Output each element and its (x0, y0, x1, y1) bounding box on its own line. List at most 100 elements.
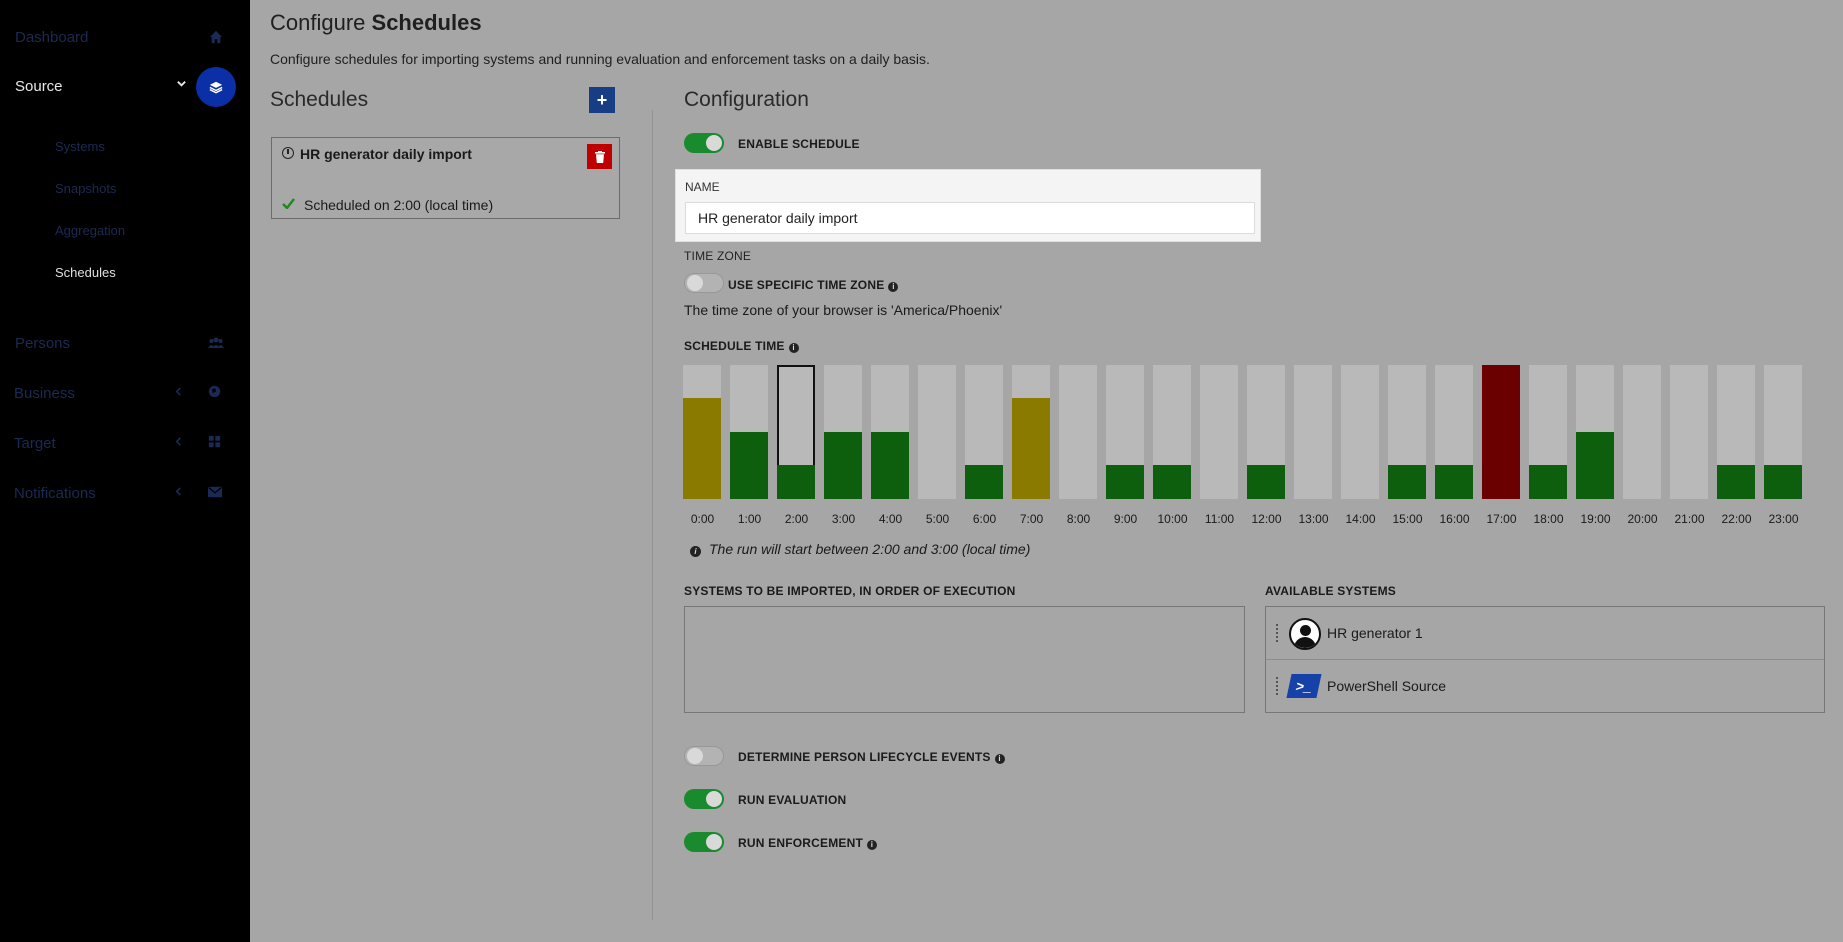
hour-tick-label: 11:00 (1204, 512, 1235, 526)
hour-bar-4:00[interactable] (871, 365, 909, 499)
available-system-item[interactable]: HR generator 1 (1266, 607, 1824, 660)
run-evaluation-toggle[interactable] (684, 789, 724, 809)
hour-tick-label: 12:00 (1251, 512, 1282, 526)
hour-bar-7:00[interactable] (1012, 365, 1050, 499)
hour-bar-15:00[interactable] (1388, 365, 1426, 499)
hour-tick-label: 16:00 (1439, 512, 1470, 526)
nav-target-label: Target (14, 434, 56, 452)
hour-tick-label: 21:00 (1674, 512, 1705, 526)
hour-bar-22:00[interactable] (1717, 365, 1755, 499)
schedule-time-text: SCHEDULE TIME (684, 339, 785, 353)
hour-tick-label: 0:00 (690, 512, 715, 526)
time-zone-label: TIME ZONE (684, 249, 752, 263)
lifecycle-events-toggle[interactable] (684, 746, 724, 766)
systems-to-import-list[interactable] (684, 606, 1245, 713)
hour-bar-fill (824, 432, 862, 499)
sidebar-item-schedules[interactable]: Schedules (55, 265, 116, 280)
hour-bar-19:00[interactable] (1576, 365, 1614, 499)
chevron-down-icon (176, 77, 187, 92)
hour-bar-20:00[interactable] (1623, 365, 1661, 499)
available-system-name: PowerShell Source (1327, 678, 1447, 694)
available-systems-label: AVAILABLE SYSTEMS (1265, 584, 1396, 598)
delete-schedule-button[interactable] (587, 144, 612, 169)
hour-bar-fill (1764, 465, 1802, 499)
hour-bar-8:00[interactable] (1059, 365, 1097, 499)
page-title-bold: Schedules (371, 10, 482, 35)
hour-bar-5:00[interactable] (918, 365, 956, 499)
nav-target[interactable]: Target (0, 423, 250, 463)
specific-time-zone-toggle[interactable] (684, 273, 724, 293)
hour-bar-3:00[interactable] (824, 365, 862, 499)
hour-bar-fill (871, 432, 909, 499)
nav-notifications[interactable]: Notifications (0, 473, 250, 513)
hour-bar-23:00[interactable] (1764, 365, 1802, 499)
nav-business[interactable]: Business (0, 373, 250, 413)
hour-tick-label: 3:00 (831, 512, 856, 526)
hour-bar-fill (965, 465, 1003, 499)
check-icon (282, 196, 295, 212)
run-enforcement-toggle[interactable] (684, 832, 724, 852)
add-schedule-button[interactable]: + (589, 87, 615, 113)
hour-tick-label: 9:00 (1113, 512, 1138, 526)
hour-bar-fill (1012, 398, 1050, 499)
chevron-left-icon (174, 385, 183, 400)
hour-bar-12:00[interactable] (1247, 365, 1285, 499)
nav-persons[interactable]: Persons (0, 323, 250, 363)
enable-schedule-label: ENABLE SCHEDULE (738, 137, 860, 151)
run-note-text: The run will start between 2:00 and 3:00… (709, 541, 1031, 557)
schedule-status: Scheduled on 2:00 (local time) (304, 197, 494, 213)
hour-bar-16:00[interactable] (1435, 365, 1473, 499)
drag-handle-icon[interactable] (1276, 624, 1279, 642)
nav-notifications-label: Notifications (14, 484, 96, 502)
hour-bar-1:00[interactable] (730, 365, 768, 499)
nav-dashboard[interactable]: Dashboard (0, 17, 250, 57)
grid-icon (208, 435, 221, 448)
hour-bar-6:00[interactable] (965, 365, 1003, 499)
schedule-name: HR generator daily import (300, 146, 472, 162)
home-icon (209, 30, 223, 44)
schedule-time-chart: 0:00 1:00 2:00 3:00 4:00 5:00 6:00 7:00 8:00 9:00… (683, 365, 1803, 530)
hour-bar-14:00[interactable] (1341, 365, 1379, 499)
sidebar-item-aggregation[interactable]: Aggregation (55, 223, 125, 238)
hour-tick-label: 10:00 (1157, 512, 1188, 526)
enable-schedule-toggle[interactable] (684, 133, 724, 153)
users-icon (208, 337, 224, 348)
hour-bar-fill (1153, 465, 1191, 499)
info-icon[interactable]: i (888, 282, 899, 292)
trash-icon (594, 150, 605, 163)
info-icon[interactable]: i (994, 754, 1005, 764)
hour-bar-0:00[interactable] (683, 365, 721, 499)
hour-tick-label: 15:00 (1392, 512, 1423, 526)
drag-handle-icon[interactable] (1276, 677, 1279, 695)
name-input[interactable] (685, 202, 1255, 234)
envelope-icon (208, 486, 222, 498)
source-layers-icon[interactable] (196, 67, 236, 107)
hour-bar-13:00[interactable] (1294, 365, 1332, 499)
nav-source-label: Source (15, 77, 63, 95)
hour-bar-18:00[interactable] (1529, 365, 1567, 499)
available-systems-list: HR generator 1 >_ PowerShell Source (1265, 606, 1825, 713)
page-title: Configure Schedules (270, 10, 482, 36)
hour-bar-9:00[interactable] (1106, 365, 1144, 499)
info-icon[interactable]: i (867, 840, 877, 850)
hour-tick-label: 6:00 (972, 512, 997, 526)
schedule-card[interactable]: HR generator daily import Scheduled on 2… (271, 137, 620, 219)
sidebar-item-snapshots[interactable]: Snapshots (55, 181, 116, 196)
hour-bar-fill (1388, 465, 1426, 499)
info-icon[interactable]: i (788, 343, 799, 353)
hour-bar-11:00[interactable] (1200, 365, 1238, 499)
hour-bar-fill (1529, 465, 1567, 499)
chevron-left-icon (174, 435, 183, 450)
chevron-left-icon (174, 485, 183, 500)
hour-tick-label: 4:00 (878, 512, 903, 526)
available-system-item[interactable]: >_ PowerShell Source (1266, 660, 1824, 713)
schedules-heading: Schedules (270, 88, 369, 111)
hour-bar-21:00[interactable] (1670, 365, 1708, 499)
hour-bar-17:00[interactable] (1482, 365, 1520, 499)
hour-bar-2:00[interactable] (777, 365, 815, 499)
main-content: Configure Schedules Configure schedules … (250, 0, 1843, 942)
hour-tick-label: 5:00 (925, 512, 950, 526)
hour-bar-10:00[interactable] (1153, 365, 1191, 499)
hour-tick-label: 23:00 (1768, 512, 1799, 526)
sidebar-item-systems[interactable]: Systems (55, 139, 105, 154)
